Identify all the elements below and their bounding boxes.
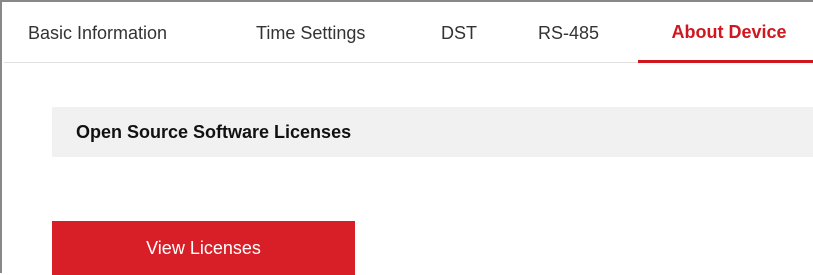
section-title: Open Source Software Licenses [76,122,352,142]
tab-about-device[interactable]: About Device [638,4,813,63]
tab-dst[interactable]: DST [441,4,477,62]
tab-rs-485[interactable]: RS-485 [538,4,599,62]
tab-bar: Basic Information Time Settings DST RS-4… [4,4,813,63]
tab-basic-information[interactable]: Basic Information [28,4,167,62]
tab-time-settings[interactable]: Time Settings [256,4,365,62]
view-licenses-button[interactable]: View Licenses [52,221,355,275]
settings-panel: Basic Information Time Settings DST RS-4… [0,0,813,275]
open-source-licenses-section: Open Source Software Licenses [52,107,813,157]
